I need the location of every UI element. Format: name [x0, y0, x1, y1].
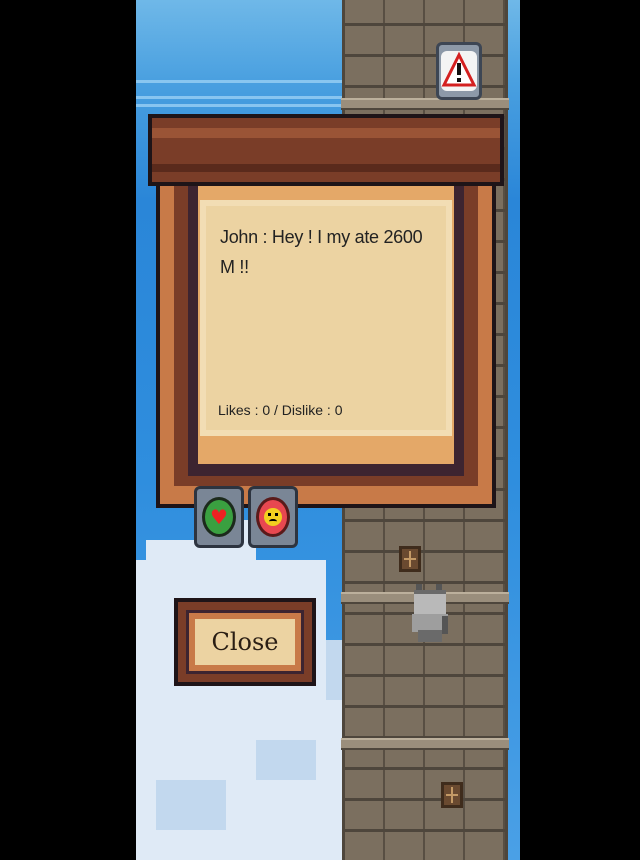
sky-band: [136, 104, 342, 107]
sky-band: [136, 80, 342, 83]
game-viewport: John : Hey ! I my ate 2600 M !! Likes : …: [136, 0, 520, 860]
dislike-button[interactable]: [248, 486, 298, 548]
report-button[interactable]: [436, 42, 482, 100]
tower-window: [399, 546, 421, 572]
close-button[interactable]: Close: [174, 598, 316, 686]
dialog-header-plank: [148, 114, 504, 186]
message-text: John : Hey ! I my ate 2600 M !!: [220, 227, 423, 277]
tower-ledge: [341, 738, 509, 750]
like-button[interactable]: ♥: [194, 486, 244, 548]
heart-icon: ♥: [202, 497, 236, 537]
sky-band: [136, 96, 342, 99]
tower-window: [441, 782, 463, 808]
warning-icon: [441, 51, 477, 91]
cat-player: [412, 584, 448, 642]
close-label: Close: [195, 619, 295, 665]
sad-face-icon: [264, 508, 282, 526]
tower-ledge: [341, 98, 509, 110]
likes-counter: Likes : 0 / Dislike : 0: [218, 402, 343, 418]
